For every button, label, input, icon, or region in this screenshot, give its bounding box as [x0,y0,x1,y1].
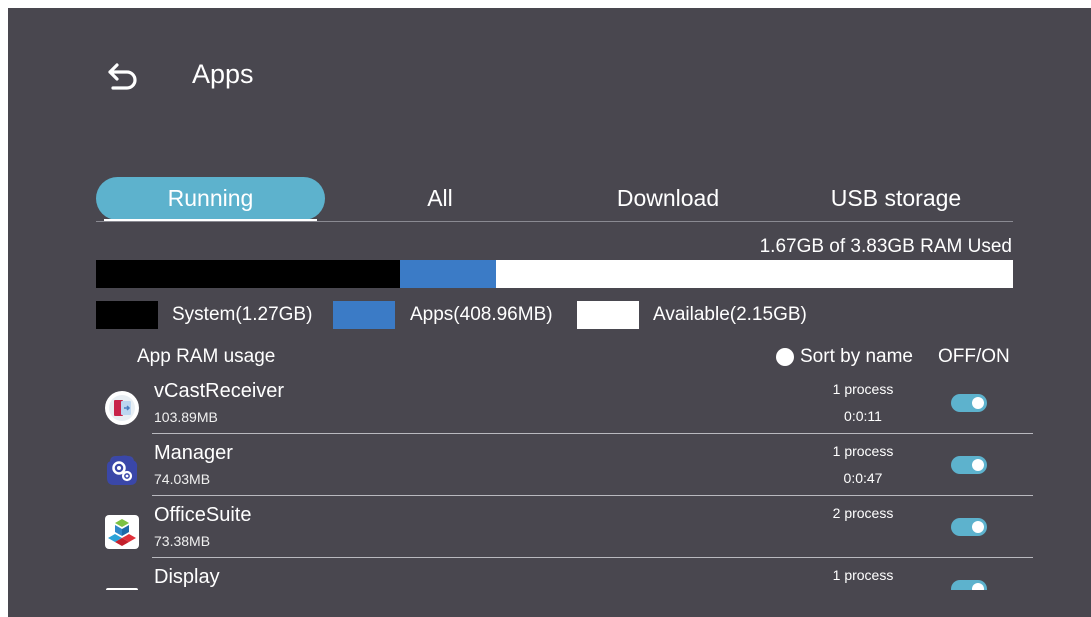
ram-bar-apps-segment [400,260,496,288]
manager-gears-icon [107,455,138,485]
tab-bar: Running All Download USB storage [96,177,1013,222]
vcastreceiver-icon [105,391,139,425]
legend-available-swatch [577,301,639,329]
toggle-knob [972,459,984,471]
tab-running[interactable]: Running [96,177,325,221]
app-toggle-switch[interactable] [951,456,987,474]
ram-bar-available-segment [495,260,1013,288]
tab-all[interactable]: All [340,177,540,220]
row-divider [152,557,1033,558]
app-memory-size: 73.38MB [154,533,211,549]
app-row-manager[interactable]: Manager 74.03MB 1 process 0:0:47 [8,436,1091,498]
officesuite-icon [105,515,139,549]
app-memory-size: 103.89MB [154,409,218,425]
ram-bar-system-segment [96,260,401,288]
back-arrow-icon [108,63,137,90]
app-name: vCastReceiver [154,380,285,402]
app-toggle-switch[interactable] [951,518,987,536]
sort-by-name-radio[interactable] [776,348,794,366]
legend-system-label: System(1.27GB) [172,304,313,325]
app-ram-usage-heading: App RAM usage [137,346,276,367]
app-row-display[interactable]: Display 1 process [8,560,1091,590]
running-app-list: vCastReceiver 103.89MB 1 process 0:0:11 … [8,374,1091,590]
off-on-header: OFF/ON [938,346,1010,367]
app-row-officesuite[interactable]: OfficeSuite 73.38MB 2 process [8,498,1091,560]
app-name: Manager [154,442,233,464]
app-run-time: 0:0:11 [844,408,882,424]
app-row-vcastreceiver[interactable]: vCastReceiver 103.89MB 1 process 0:0:11 [8,374,1091,436]
app-memory-size: 74.03MB [154,471,211,487]
toggle-knob [972,397,984,409]
app-process-count: 1 process [832,443,894,459]
row-divider [152,433,1033,434]
legend-apps-swatch [333,301,395,329]
app-process-count: 2 process [832,505,894,521]
ram-used-summary: 1.67GB of 3.83GB RAM Used [759,236,1012,257]
toggle-knob [972,583,984,590]
ram-usage-bar [96,260,1013,288]
app-name: OfficeSuite [154,504,252,526]
app-process-count: 1 process [832,381,894,397]
legend-system-swatch [96,301,158,329]
tab-usb-storage[interactable]: USB storage [796,177,996,220]
display-icon [106,588,138,590]
back-button[interactable] [102,58,146,102]
tab-download[interactable]: Download [568,177,768,220]
page-title: Apps [192,59,254,89]
apps-settings-screen: Apps Running All Download USB storage 1.… [8,8,1091,617]
toggle-knob [972,521,984,533]
app-run-time: 0:0:47 [843,470,883,486]
app-process-count: 1 process [832,567,894,583]
app-name: Display [154,566,220,588]
legend-apps-label: Apps(408.96MB) [410,304,553,325]
legend-available-label: Available(2.15GB) [653,304,807,325]
app-toggle-switch[interactable] [951,394,987,412]
app-toggle-switch[interactable] [951,580,987,590]
row-divider [152,495,1033,496]
sort-by-name-label[interactable]: Sort by name [800,346,913,368]
